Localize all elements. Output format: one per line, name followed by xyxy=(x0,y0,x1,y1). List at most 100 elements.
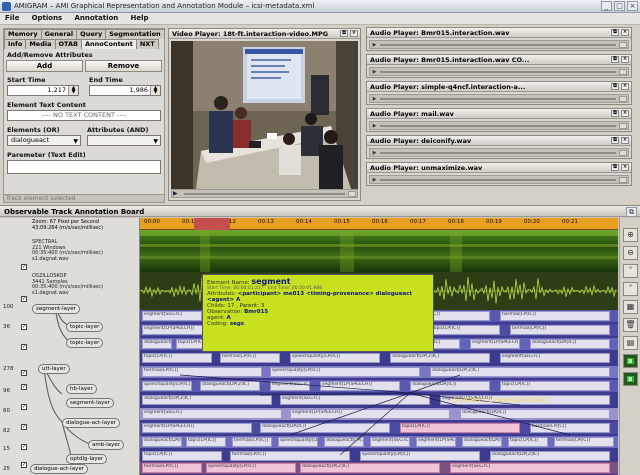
close-icon[interactable]: × xyxy=(621,164,629,171)
video-frame[interactable] xyxy=(171,41,358,189)
audio-seek-bar[interactable] xyxy=(380,71,616,73)
maximize-icon[interactable]: □ xyxy=(614,1,625,11)
restore-icon[interactable]: ⧉ xyxy=(611,56,619,63)
close-icon[interactable]: × xyxy=(621,137,629,144)
play-icon[interactable]: ▶ xyxy=(371,150,378,156)
element-text-field[interactable]: ---- NO TEXT CONTENT ---- xyxy=(7,110,161,121)
add-attribute-button[interactable]: Add xyxy=(6,60,83,72)
audio-player: Audio Player: unmaximize.wav ⧉ × ▶ xyxy=(366,162,632,186)
tab-nxt[interactable]: NXT xyxy=(135,39,159,49)
menu-options[interactable]: Options xyxy=(27,13,68,23)
spectrogram-track[interactable] xyxy=(140,230,618,272)
tab-annocontent[interactable]: AnnoContent xyxy=(80,39,137,49)
layer-visibility-checkbox[interactable]: ✓ xyxy=(21,370,27,376)
restore-icon[interactable]: ⧉ xyxy=(611,83,619,90)
layer-node[interactable]: dialogue-act-layer xyxy=(62,418,120,428)
close-icon[interactable]: × xyxy=(621,83,629,90)
volume-icon[interactable] xyxy=(619,123,627,129)
menu-help[interactable]: Help xyxy=(126,13,154,23)
play-icon[interactable]: ▶ xyxy=(371,177,378,183)
audio-seek-bar[interactable] xyxy=(380,152,616,154)
tab-info[interactable]: Info xyxy=(4,39,27,49)
audio-seek-bar[interactable] xyxy=(380,179,616,181)
menu-annotation[interactable]: Annotation xyxy=(69,13,123,23)
scroll-down-icon[interactable]: ˅ xyxy=(623,282,638,296)
attributes-select[interactable]: ▼ xyxy=(87,135,161,146)
ruler-tick-label: 00:20 xyxy=(524,219,540,225)
layer-node[interactable]: utt-layer xyxy=(38,364,70,374)
layer-visibility-checkbox[interactable]: ✓ xyxy=(21,324,27,330)
layer-visibility-checkbox[interactable]: ✓ xyxy=(21,404,27,410)
volume-icon[interactable] xyxy=(619,150,627,156)
spinner-icon[interactable]: ▲ ▼ xyxy=(68,86,78,95)
selection-marker[interactable] xyxy=(194,218,230,230)
layer-node[interactable]: amb-layer xyxy=(88,440,125,450)
close-icon[interactable]: × xyxy=(621,110,629,117)
layer-node[interactable]: segment-layer xyxy=(32,304,80,314)
play-icon[interactable]: ▶ xyxy=(371,123,378,129)
scroll-up-icon[interactable]: ˄ xyxy=(623,264,638,278)
row-number: 15 xyxy=(3,446,10,452)
start-time-field[interactable]: 1,217 ▲ ▼ xyxy=(7,85,79,96)
volume-icon[interactable] xyxy=(619,96,627,102)
restore-icon[interactable]: ⧉ xyxy=(340,30,348,37)
layer-node[interactable]: segment-layer xyxy=(66,398,114,408)
zoom-out-icon[interactable]: ⊖ xyxy=(623,246,638,260)
grid-icon[interactable]: ▦ xyxy=(623,300,638,314)
close-icon[interactable]: × xyxy=(350,30,358,37)
restore-icon[interactable]: ⧉ xyxy=(626,207,637,217)
tooltip-attributes: <participant> me013 <timing-provenance> … xyxy=(207,291,413,303)
volume-icon[interactable] xyxy=(348,191,356,197)
tooltip-coding: segs xyxy=(229,321,245,327)
parameter-field[interactable] xyxy=(7,160,161,174)
play-icon[interactable]: ▶ xyxy=(371,42,378,48)
monitor-icon[interactable]: ▣ xyxy=(623,354,638,368)
tab-memory[interactable]: Memory xyxy=(4,29,42,39)
video-seek-bar[interactable] xyxy=(184,193,345,195)
close-icon[interactable]: × xyxy=(621,29,629,36)
restore-icon[interactable]: ⧉ xyxy=(611,29,619,36)
audio-seek-bar[interactable] xyxy=(380,125,616,127)
trash-icon[interactable]: 🗑 xyxy=(623,318,638,332)
layer-node[interactable]: dialogue-act-layer xyxy=(30,464,88,474)
menu-file[interactable]: File xyxy=(0,13,24,23)
tab-query[interactable]: Query xyxy=(76,29,107,39)
play-icon[interactable]: ▶ xyxy=(371,96,378,102)
layer-visibility-checkbox[interactable]: ✓ xyxy=(21,424,27,430)
tab-otab[interactable]: OTAB xyxy=(54,39,82,49)
layer-visibility-checkbox[interactable]: ✓ xyxy=(21,264,27,270)
audio-seek-bar[interactable] xyxy=(380,44,616,46)
layer-visibility-checkbox[interactable]: ✓ xyxy=(21,296,27,302)
elements-select[interactable]: dialogueact ▼ xyxy=(7,135,81,146)
close-icon[interactable]: × xyxy=(627,1,638,11)
end-time-label: End Time xyxy=(89,76,123,84)
close-icon[interactable]: × xyxy=(621,56,629,63)
remove-attribute-button[interactable]: Remove xyxy=(85,60,162,72)
layer-node[interactable]: topic-layer xyxy=(66,322,104,332)
play-icon[interactable]: ▶ xyxy=(371,69,378,75)
page-icon[interactable]: ▤ xyxy=(623,336,638,350)
layer-node[interactable]: topic-layer xyxy=(66,338,104,348)
layer-node[interactable]: optdlg-layer xyxy=(66,454,108,464)
zoom-in-icon[interactable]: ⊕ xyxy=(623,228,638,242)
layer-visibility-checkbox[interactable]: ✓ xyxy=(21,444,27,450)
layer-node[interactable]: hb-layer xyxy=(66,384,97,394)
end-time-field[interactable]: 1,986 ▲ ▼ xyxy=(89,85,161,96)
spinner-icon[interactable]: ▲ ▼ xyxy=(150,86,160,95)
restore-icon[interactable]: ⧉ xyxy=(611,137,619,144)
play-icon[interactable]: ▶ xyxy=(173,190,178,197)
tab-general[interactable]: General xyxy=(40,29,78,39)
volume-icon[interactable] xyxy=(619,42,627,48)
monitor-alt-icon[interactable]: ▣ xyxy=(623,372,638,386)
tab-segmentation[interactable]: Segmentation xyxy=(105,29,165,39)
volume-icon[interactable] xyxy=(619,177,627,183)
audio-seek-bar[interactable] xyxy=(380,98,616,100)
restore-icon[interactable]: ⧉ xyxy=(611,110,619,117)
layer-visibility-checkbox[interactable]: ✓ xyxy=(21,344,27,350)
layer-visibility-checkbox[interactable]: ✓ xyxy=(21,462,27,468)
tab-media[interactable]: Media xyxy=(25,39,56,49)
restore-icon[interactable]: ⧉ xyxy=(611,164,619,171)
volume-icon[interactable] xyxy=(619,69,627,75)
minimize-icon[interactable]: _ xyxy=(601,1,612,11)
layer-visibility-checkbox[interactable]: ✓ xyxy=(21,384,27,390)
